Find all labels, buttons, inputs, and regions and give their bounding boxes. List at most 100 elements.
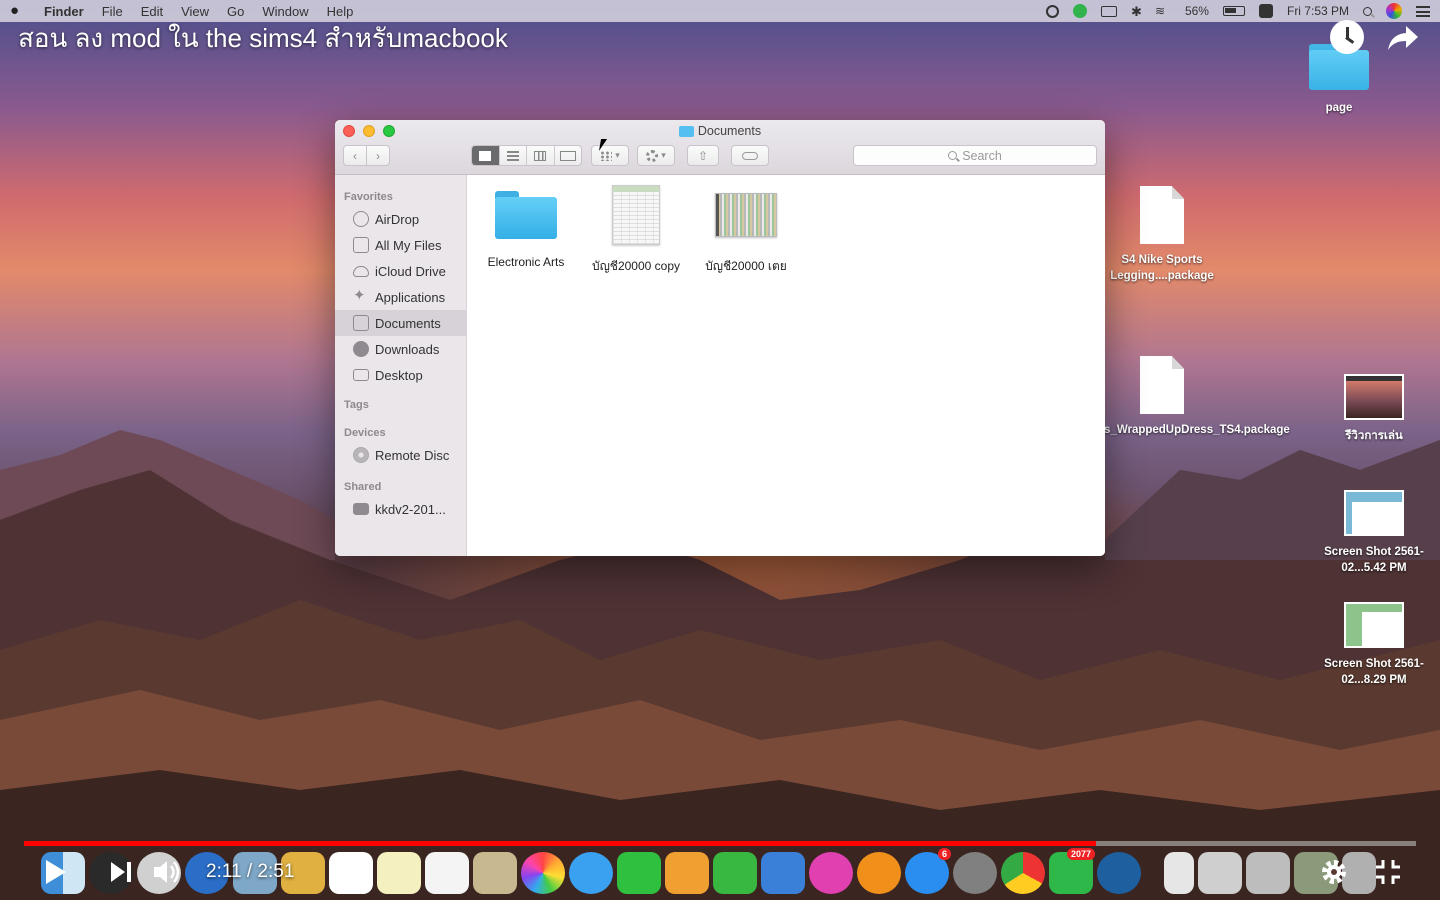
dock-screenshot-stack-icon[interactable] (1246, 852, 1290, 894)
sidebar-item-remote-disc[interactable]: Remote Disc (335, 442, 466, 468)
column-view-button[interactable] (527, 146, 555, 165)
menu-app-finder[interactable]: Finder (44, 4, 84, 19)
dock-system-preferences-icon[interactable] (953, 852, 997, 894)
desktop-item-label: S4 Nike Sports Legging....package (1110, 254, 1214, 282)
dock-app-store-icon[interactable] (905, 848, 952, 894)
edit-tags-button[interactable] (731, 145, 769, 166)
line-app-icon[interactable] (1072, 4, 1087, 18)
icon-view-button[interactable] (472, 146, 500, 165)
menu-file[interactable]: File (102, 4, 123, 19)
chevron-down-icon: ▾ (615, 150, 620, 160)
exit-fullscreen-button[interactable] (1374, 848, 1404, 896)
dock-chrome-icon[interactable] (1001, 852, 1045, 894)
dock-stickies-icon[interactable] (377, 852, 421, 894)
sidebar-item-label: AirDrop (375, 211, 420, 227)
sidebar-header-tags: Tags (344, 399, 369, 411)
airplay-icon[interactable] (1100, 5, 1117, 17)
image-thumbnail-icon (1344, 374, 1404, 420)
menu-view[interactable]: View (181, 4, 209, 19)
cover-flow-icon (559, 150, 576, 161)
menu-edit[interactable]: Edit (141, 4, 163, 19)
window-title-text: Documents (697, 124, 762, 138)
sidebar-item-documents[interactable]: Documents (335, 310, 466, 336)
dock-line-icon[interactable] (1049, 848, 1095, 894)
video-progress-played (24, 841, 1096, 846)
file-item-spreadsheet[interactable]: บัญชี20000 copy (581, 185, 691, 276)
settings-button[interactable] (1320, 848, 1350, 896)
finder-titlebar[interactable]: Documents ‹ › ▾ ▾ ⇧ Search (335, 120, 1105, 175)
play-button[interactable] (46, 848, 72, 896)
sidebar-item-all-my-files[interactable]: All My Files (335, 232, 466, 258)
share-icon[interactable] (1386, 20, 1420, 54)
dock-pages-icon[interactable] (665, 852, 709, 894)
desktop-item-package[interactable]: S4 Nike Sports Legging....package (1097, 186, 1227, 284)
menubar-clock[interactable]: Fri 7:53 PM (1287, 4, 1349, 18)
dock-itunes-icon[interactable] (809, 852, 853, 894)
arrange-button[interactable]: ▾ (591, 145, 629, 166)
dock-numbers-icon[interactable] (713, 852, 757, 894)
folder-icon (678, 125, 694, 137)
share-button[interactable]: ⇧ (687, 145, 719, 166)
dock-keynote-icon[interactable] (761, 852, 805, 894)
bluetooth-icon[interactable]: ✱ (1131, 4, 1142, 19)
finder-window: Documents ‹ › ▾ ▾ ⇧ Search Favorites Air… (335, 120, 1105, 556)
sidebar-item-shared-computer[interactable]: kkdv2-201... (335, 496, 466, 522)
chevron-down-icon: ▾ (661, 150, 666, 160)
dock-folder-stack-icon[interactable] (1198, 852, 1242, 894)
image-thumbnail-icon (1344, 602, 1404, 648)
sidebar-header-devices: Devices (344, 427, 386, 439)
file-item-folder[interactable]: Electronic Arts (471, 185, 581, 269)
desktop-item-label: page (1325, 102, 1353, 114)
video-progress-bar[interactable] (24, 841, 1416, 846)
desktop-item-page[interactable]: page (1274, 44, 1404, 116)
cover-flow-button[interactable] (555, 146, 582, 165)
siri-icon[interactable] (1386, 3, 1402, 19)
sidebar-item-downloads[interactable]: Downloads (335, 336, 466, 362)
sidebar-item-label: All My Files (375, 237, 442, 253)
record-icon[interactable] (1045, 4, 1059, 18)
list-view-button[interactable] (500, 146, 527, 165)
apple-menu-icon[interactable]: ● (10, 3, 24, 19)
finder-content-area[interactable]: Electronic Arts บัญชี20000 copy บัญชี200… (468, 175, 1105, 556)
sidebar-item-desktop[interactable]: Desktop (335, 362, 466, 388)
desktop-item-screenshot[interactable]: Screen Shot 2561-02...8.29 PM (1309, 602, 1439, 688)
dock-messages-icon[interactable] (569, 852, 613, 894)
sidebar-item-icloud-drive[interactable]: iCloud Drive (335, 258, 466, 284)
wifi-icon[interactable]: ≋ (1155, 4, 1171, 18)
document-icon (1140, 356, 1184, 414)
watch-later-icon[interactable] (1330, 20, 1364, 54)
next-video-button[interactable] (108, 848, 138, 896)
spotlight-search-icon[interactable] (1363, 6, 1372, 16)
desktop-icon (353, 369, 369, 381)
menu-help[interactable]: Help (327, 4, 354, 19)
forward-button[interactable]: › (366, 145, 390, 166)
desktop-item-screenshot[interactable]: รีวิวการเล่น (1309, 374, 1439, 444)
search-input[interactable]: Search (853, 145, 1097, 166)
dock-reminders-icon[interactable] (425, 852, 469, 894)
dock-ibooks-icon[interactable] (857, 852, 901, 894)
dock-quicktime-icon[interactable] (1097, 852, 1141, 894)
search-placeholder: Search (962, 148, 1002, 163)
action-menu-button[interactable]: ▾ (637, 145, 675, 166)
view-mode-group (471, 145, 582, 166)
sidebar-item-airdrop[interactable]: AirDrop (335, 206, 466, 232)
desktop-item-package[interactable]: bs_WrappedUpDress_TS4.package (1097, 356, 1290, 438)
dock-facetime-icon[interactable] (617, 852, 661, 894)
documents-icon (353, 315, 369, 331)
dock-contacts-icon[interactable] (473, 852, 517, 894)
sidebar-item-applications[interactable]: ✦ Applications (335, 284, 466, 310)
file-item-spreadsheet[interactable]: บัญชี20000 เตย (691, 185, 801, 276)
desktop-item-screenshot[interactable]: Screen Shot 2561-02...5.42 PM (1309, 490, 1439, 576)
menu-window[interactable]: Window (262, 4, 308, 19)
back-button[interactable]: ‹ (343, 145, 367, 166)
dock-document-icon[interactable] (1164, 852, 1194, 894)
input-source-icon[interactable] (1258, 4, 1273, 18)
video-title[interactable]: สอน ลง mod ใน the sims4 สำหรับmacbook (18, 18, 508, 59)
chevron-right-icon: › (376, 148, 380, 163)
menu-go[interactable]: Go (227, 4, 244, 19)
dock-photos-icon[interactable] (521, 852, 565, 894)
notification-center-icon[interactable] (1416, 5, 1430, 17)
volume-button[interactable] (152, 848, 188, 896)
battery-icon[interactable] (1222, 6, 1245, 16)
dock-calendar-icon[interactable] (329, 852, 373, 894)
